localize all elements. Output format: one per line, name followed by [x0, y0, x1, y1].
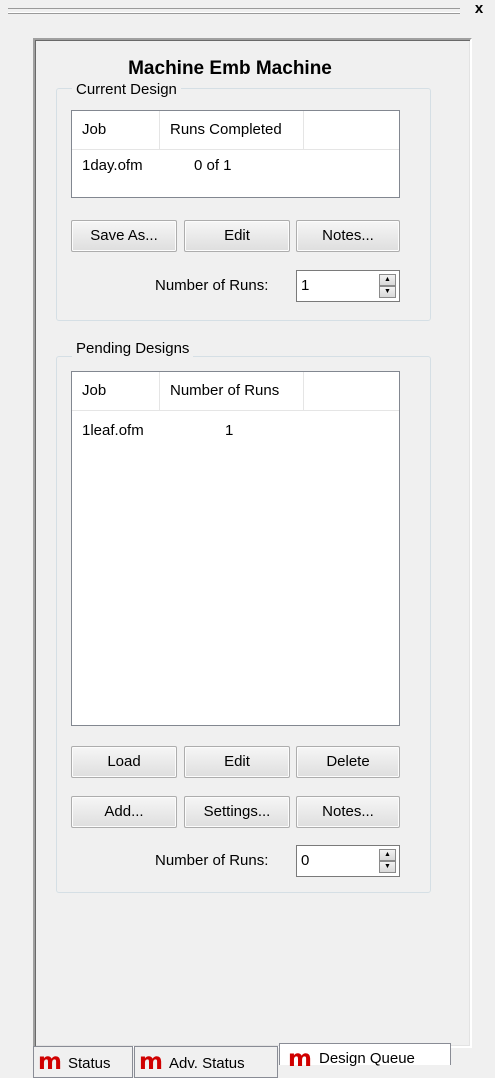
machine-title: Machine Emb Machine — [128, 58, 332, 79]
row-runs-cell[interactable]: 0 of 1 — [194, 157, 232, 174]
current-runs-label: Number of Runs: — [155, 277, 269, 294]
drag-grip-line[interactable] — [8, 8, 460, 9]
current-runs-value[interactable]: 1 — [301, 277, 309, 294]
spin-up-icon[interactable]: ▲ — [379, 274, 396, 286]
tab-status-label: Status — [68, 1055, 111, 1072]
drag-grip-line[interactable] — [8, 13, 460, 14]
delete-button[interactable]: Delete — [296, 746, 400, 778]
settings-button[interactable]: Settings... — [184, 796, 290, 828]
panel-title-bar: x — [0, 0, 495, 22]
column-header-number-of-runs[interactable]: Number of Runs — [160, 372, 304, 410]
load-button[interactable]: Load — [71, 746, 177, 778]
notes-pending-button[interactable]: Notes... — [296, 796, 400, 828]
pending-runs-label: Number of Runs: — [155, 852, 269, 869]
notes-current-button[interactable]: Notes... — [296, 220, 400, 252]
machine-logo-icon: m — [139, 1049, 163, 1075]
spin-up-icon[interactable]: ▲ — [379, 849, 396, 861]
edit-pending-button[interactable]: Edit — [184, 746, 290, 778]
row-job-cell[interactable]: 1day.ofm — [82, 157, 143, 174]
row-job-cell[interactable]: 1leaf.ofm — [82, 422, 144, 439]
header-divider — [72, 149, 399, 150]
edit-current-button[interactable]: Edit — [184, 220, 290, 252]
close-icon[interactable]: x — [471, 1, 487, 18]
add-button[interactable]: Add... — [71, 796, 177, 828]
machine-logo-icon: m — [38, 1049, 62, 1075]
pending-designs-list[interactable]: Job Number of Runs 1leaf.ofm 1 — [71, 371, 400, 726]
tab-design-queue[interactable]: m Design Queue — [279, 1043, 451, 1072]
pending-designs-legend: Pending Designs — [72, 340, 194, 358]
header-divider — [72, 410, 399, 411]
machine-logo-icon: m — [288, 1046, 312, 1072]
tab-adv-status[interactable]: m Adv. Status — [134, 1046, 278, 1078]
tab-adv-status-label: Adv. Status — [169, 1055, 245, 1072]
current-design-list[interactable]: Job Runs Completed 1day.ofm 0 of 1 — [71, 110, 400, 198]
current-design-legend: Current Design — [72, 81, 181, 99]
column-header-job[interactable]: Job — [72, 372, 160, 410]
tab-status[interactable]: m Status — [33, 1046, 133, 1078]
tab-design-queue-label: Design Queue — [319, 1050, 415, 1067]
column-header-runs-completed[interactable]: Runs Completed — [160, 111, 304, 149]
save-as-button[interactable]: Save As... — [71, 220, 177, 252]
pending-runs-spinner[interactable]: 0 ▲ ▼ — [296, 845, 400, 877]
current-runs-spinner[interactable]: 1 ▲ ▼ — [296, 270, 400, 302]
column-header-job[interactable]: Job — [72, 111, 160, 149]
row-runs-cell[interactable]: 1 — [225, 422, 233, 439]
pending-runs-value[interactable]: 0 — [301, 852, 309, 869]
spin-down-icon[interactable]: ▼ — [379, 861, 396, 873]
spin-down-icon[interactable]: ▼ — [379, 286, 396, 298]
